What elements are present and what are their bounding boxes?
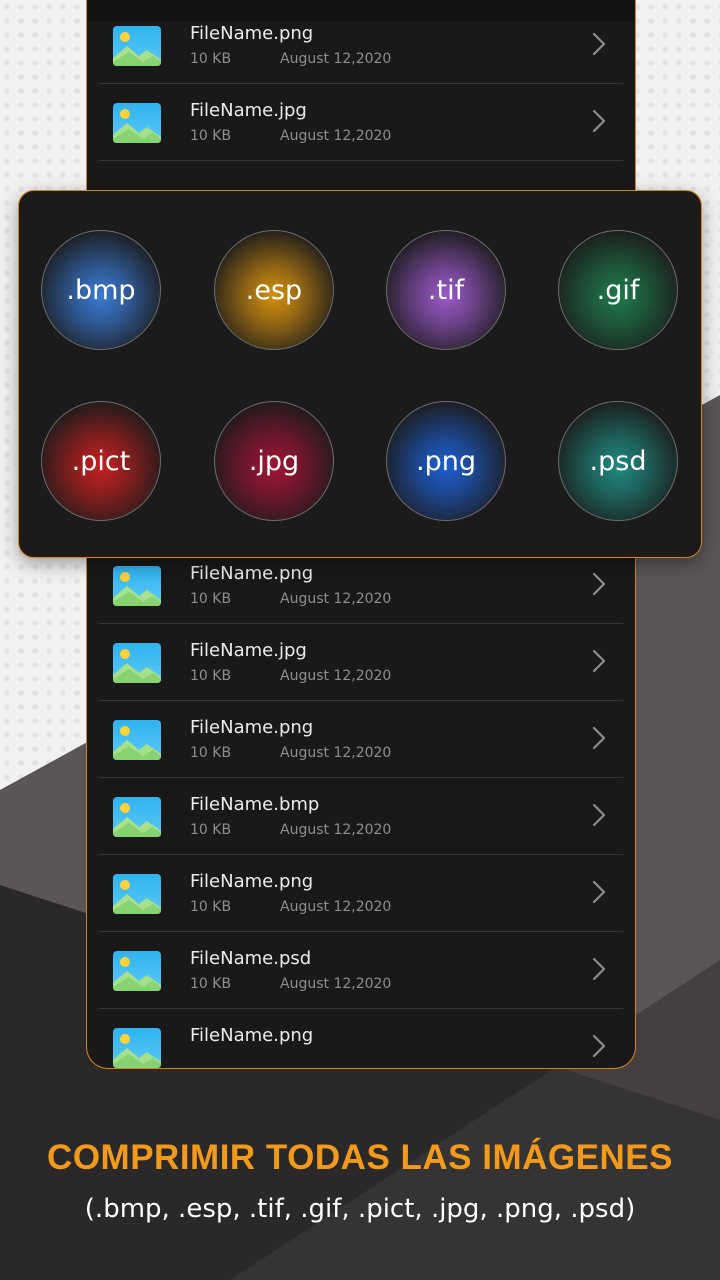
file-date: August 12,2020 [280,128,392,144]
format-label: .png [416,445,476,477]
chevron-right-icon[interactable] [591,879,607,905]
format-label: .gif [596,274,640,306]
promo-headline: COMPRIMIR TODAS LAS IMÁGENES [47,1138,673,1177]
image-file-icon [113,797,161,837]
file-list-item[interactable]: FileName.psd 10 KB August 12,2020 [99,931,623,1009]
format-label: .pict [71,445,131,477]
chevron-right-icon[interactable] [591,956,607,982]
file-name: FileName.jpg [190,100,307,121]
file-date: August 12,2020 [280,51,392,67]
file-list-item[interactable]: FileName.bmp 10 KB August 12,2020 [99,777,623,855]
format-option[interactable]: .gif [558,230,678,350]
file-list-item[interactable]: FileName.png [99,1008,623,1068]
chevron-right-icon[interactable] [591,1033,607,1059]
image-file-icon [113,26,161,66]
format-label: .esp [245,274,303,306]
file-list-item[interactable]: FileName.jpg 10 KB August 12,2020 [99,623,623,701]
format-selector-panel: .bmp .esp .tif .gif .pict .jpg .png .psd [18,190,702,558]
file-size: 10 KB [190,822,232,838]
file-name: FileName.png [190,563,314,584]
file-name: FileName.psd [190,948,312,969]
chevron-right-icon[interactable] [591,31,607,57]
format-label: .psd [589,445,647,477]
image-file-icon [113,951,161,991]
file-size: 10 KB [190,128,232,144]
format-label: .tif [427,274,465,306]
format-option[interactable]: .tif [386,230,506,350]
image-file-icon [113,103,161,143]
image-file-icon [113,874,161,914]
file-date: August 12,2020 [280,591,392,607]
chevron-right-icon[interactable] [591,648,607,674]
file-size: 10 KB [190,976,232,992]
file-name: FileName.png [190,23,314,44]
format-option[interactable]: .png [386,401,506,521]
chevron-right-icon[interactable] [591,802,607,828]
format-label: .jpg [248,445,300,477]
format-option[interactable]: .psd [558,401,678,521]
file-date: August 12,2020 [280,976,392,992]
file-list-item[interactable]: FileName.png 10 KB August 12,2020 [99,854,623,932]
chevron-right-icon[interactable] [591,725,607,751]
file-size: 10 KB [190,51,232,67]
file-name: FileName.jpg [190,640,307,661]
file-date: August 12,2020 [280,822,392,838]
file-list-item[interactable]: FileName.jpg 10 KB August 12,2020 [99,83,623,161]
file-date: August 12,2020 [280,745,392,761]
chevron-right-icon[interactable] [591,571,607,597]
file-size: 10 KB [190,899,232,915]
format-option[interactable]: .jpg [214,401,334,521]
image-file-icon [113,1028,161,1068]
file-name: FileName.png [190,871,314,892]
chevron-right-icon[interactable] [591,108,607,134]
format-label: .bmp [66,274,136,306]
file-list-item[interactable]: FileName.png 10 KB August 12,2020 [99,6,623,84]
file-size: 10 KB [190,668,232,684]
image-file-icon [113,643,161,683]
promo-subline: (.bmp, .esp, .tif, .gif, .pict, .jpg, .p… [84,1194,636,1224]
file-date: August 12,2020 [280,899,392,915]
file-size: 10 KB [190,591,232,607]
file-name: FileName.bmp [190,794,320,815]
file-date: August 12,2020 [280,668,392,684]
file-size: 10 KB [190,745,232,761]
image-file-icon [113,566,161,606]
file-list-item[interactable]: FileName.png 10 KB August 12,2020 [99,700,623,778]
format-option[interactable]: .esp [214,230,334,350]
image-file-icon [113,720,161,760]
file-name: FileName.png [190,1025,314,1046]
format-option[interactable]: .pict [41,401,161,521]
format-option[interactable]: .bmp [41,230,161,350]
file-name: FileName.png [190,717,314,738]
